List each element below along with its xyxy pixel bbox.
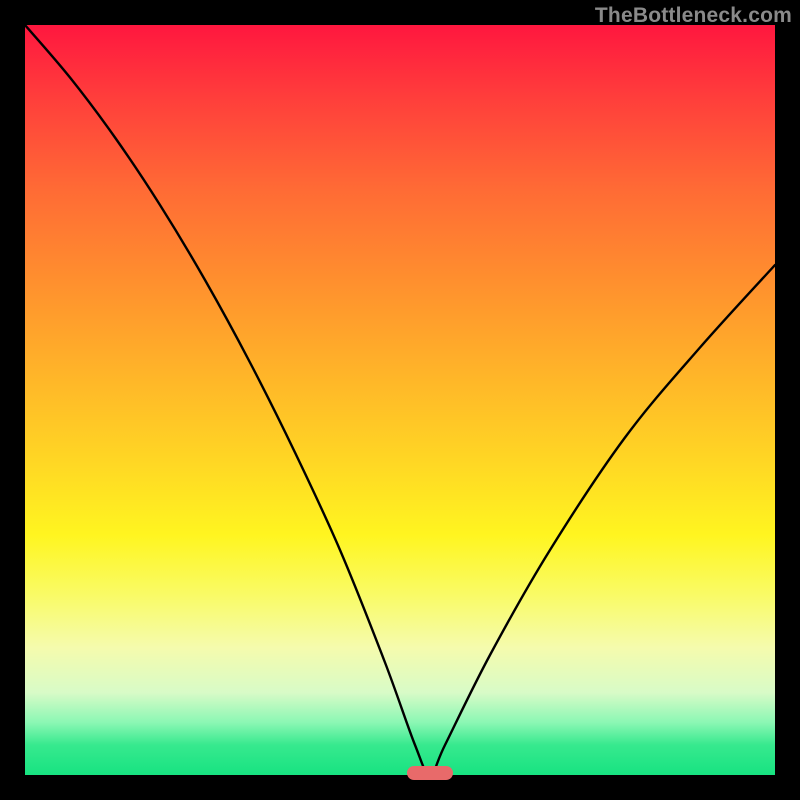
chart-frame bbox=[25, 25, 775, 775]
optimal-marker bbox=[407, 766, 453, 780]
bottleneck-curve bbox=[25, 25, 775, 775]
